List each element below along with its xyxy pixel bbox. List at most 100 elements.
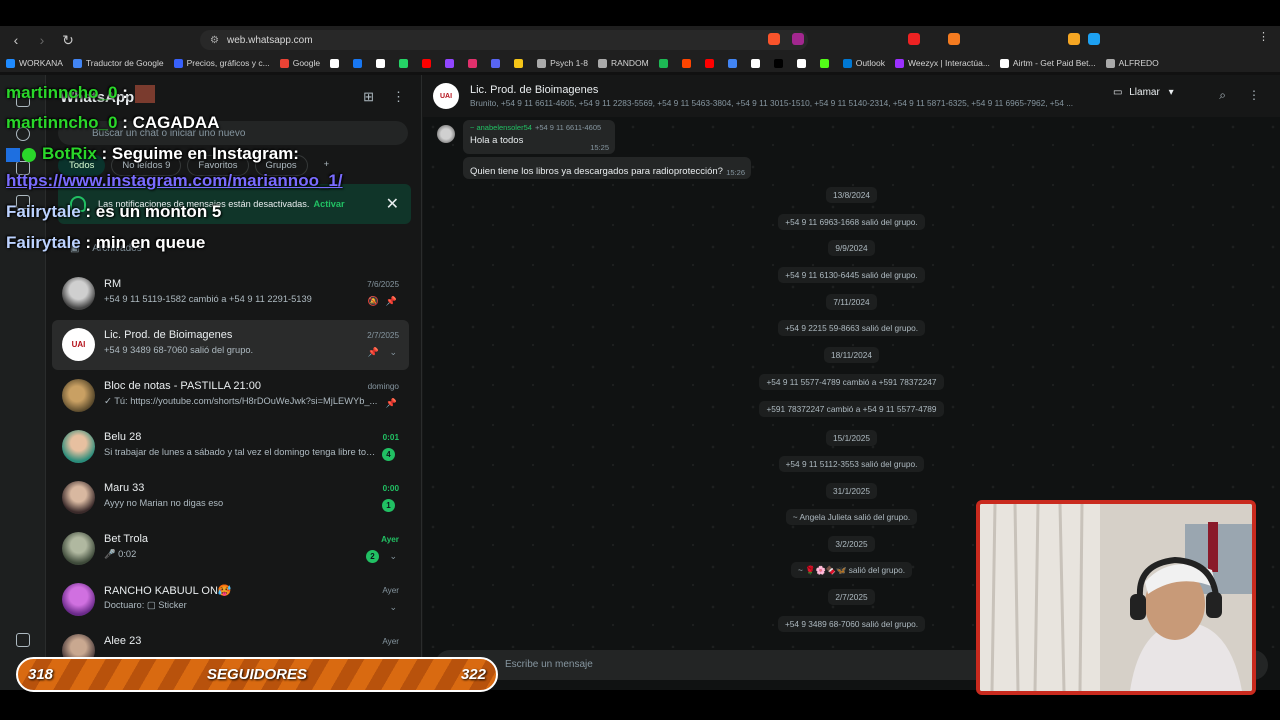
bookmark-item[interactable]: WORKANA [6,58,63,68]
date-divider: 13/8/2024 [423,187,1280,203]
chat-row[interactable]: Bloc de notas - PASTILLA 21:00 ✓ Tú: htt… [52,371,409,421]
bookmark-item[interactable] [681,58,695,68]
system-message: +54 9 11 5112-3553 salió del grupo. [423,456,1280,472]
chat-row[interactable]: Maru 33 Ayyy no Marian no digas eso 0:00… [52,473,409,523]
bookmark-favicon-icon [750,58,760,68]
chat-separator: : [80,202,96,221]
chevron-down-icon[interactable]: ⌄ [389,602,397,613]
stream-chat-line: BotRix : Seguime en Instagram: [6,144,299,164]
bookmark-item[interactable]: Airtm - Get Paid Bet... [999,58,1096,68]
message-bubble[interactable]: Quien tiene los libros ya descargados pa… [463,157,751,179]
menu-icon[interactable]: ⋮ [1258,30,1270,43]
chat-row[interactable]: RANCHO KABUUL ON🥵 Doctuaro: ▢ Sticker Ay… [52,575,409,625]
menu-icon[interactable]: ⋮ [392,89,405,105]
chat-row[interactable]: Bet Trola 🎤 0:02 Ayer 2 ⌄ [52,524,409,574]
new-chat-icon[interactable]: ⊞ [363,89,374,105]
bookmark-item[interactable] [514,58,527,68]
bookmark-item[interactable]: Traductor de Google [72,58,164,68]
message-bubble[interactable]: ~ anabelensoler54 +54 9 11 6611-4605 Hola… [463,120,615,154]
chat-row[interactable]: RM +54 9 11 5119-1582 cambió a +54 9 11 … [52,269,409,319]
close-icon[interactable]: ✕ [386,194,399,214]
brave-rewards-icon[interactable] [792,33,804,45]
follower-goal: 322 [460,666,486,683]
site-info-icon[interactable]: ⚙ [210,35,219,46]
sender-name: ~ anabelensoler54 [470,123,532,132]
bookmark-favicon-icon [895,58,905,68]
bookmark-item[interactable]: Precios, gráficos y c... [173,58,270,68]
bookmark-item[interactable] [704,58,718,68]
bookmark-label: RANDOM [610,58,649,68]
bookmark-favicon-icon [491,58,501,68]
menu-icon[interactable]: ⋮ [1248,88,1260,103]
conversation-header[interactable]: UAI Lic. Prod. de Bioimagenes Brunito, +… [423,75,1280,117]
address-bar[interactable]: ⚙ web.whatsapp.com [200,30,808,50]
webcam-scene [980,504,1252,691]
bookmark-label: Airtm - Get Paid Bet... [1012,58,1096,68]
bookmark-item[interactable] [422,58,435,68]
bookmark-favicon-icon [279,58,289,68]
chat-message: es un monton 5 [95,202,222,221]
bookmark-item[interactable]: Outlook [842,58,886,68]
bookmark-item[interactable] [468,58,481,68]
message-time: 15:25 [590,143,609,152]
group-members: Brunito, +54 9 11 6611-4605, +54 9 11 22… [470,98,1074,108]
bookmark-item[interactable]: Weezyx | Interactúa... [895,58,990,68]
bookmark-item[interactable]: Google [279,58,321,68]
bookmark-item[interactable] [658,58,672,68]
chat-row[interactable]: Belu 28 Si trabajar de lunes a sábado y … [52,422,409,472]
video-icon: ▭ [1113,87,1126,98]
chevron-down-icon[interactable]: ⌄ [389,347,397,358]
search-icon[interactable]: ⌕ [1219,88,1226,103]
reload-icon[interactable]: ↻ [58,30,78,50]
follower-count: 318 [28,666,54,683]
chevron-down-icon[interactable]: ⌄ [389,551,397,562]
bookmark-item[interactable] [491,58,504,68]
bookmark-label: Traductor de Google [85,58,164,68]
bookmark-item[interactable] [376,58,389,68]
enable-notifications-link[interactable]: Activar [313,199,344,209]
bookmark-favicon-icon [681,58,691,68]
extension-icon[interactable] [1068,33,1080,45]
chat-preview: ✓ Tú: https://youtube.com/shorts/H8rDOuW… [104,396,378,406]
extension-icon[interactable] [948,33,960,45]
extension-icon[interactable] [908,33,920,45]
bookmark-item[interactable] [353,58,366,68]
pin-icon: 📌 [385,398,397,408]
bookmark-item[interactable] [445,58,458,68]
bookmark-favicon-icon [72,58,82,68]
chat-row-selected[interactable]: UAI Lic. Prod. de Bioimagenes +54 9 3489… [52,320,409,370]
message-text: Hola a todos [470,135,524,146]
extension-icon[interactable] [1088,33,1100,45]
chat-username: Faiirytale [6,233,81,252]
bookmark-item[interactable]: ALFREDO [1105,58,1159,68]
bookmark-favicon-icon [727,58,737,68]
group-avatar[interactable]: UAI [433,83,459,109]
bookmark-favicon-icon [773,58,783,68]
bookmark-favicon-icon [445,58,455,68]
group-name[interactable]: Lic. Prod. de Bioimagenes [470,84,598,96]
chat-link[interactable]: https://www.instagram.com/mariannoo_1/ [6,171,343,190]
bookmark-item[interactable]: Psych 1-8 [537,58,588,68]
bookmark-label: Google [292,58,321,68]
media-icon[interactable] [16,633,30,647]
bookmark-item[interactable] [399,58,412,68]
bookmark-item[interactable] [330,58,343,68]
bookmark-item[interactable] [750,58,764,68]
bookmark-item[interactable] [727,58,741,68]
bookmark-favicon-icon [704,58,714,68]
back-icon[interactable]: ‹ [6,30,26,50]
bookmark-label: Weezyx | Interactúa... [908,58,990,68]
bookmark-item[interactable] [796,58,810,68]
bookmark-item[interactable] [819,58,833,68]
bookmark-item[interactable]: RANDOM [597,58,649,68]
chat-separator: : [117,83,133,102]
call-button[interactable]: ▭ Llamar ▾ [1113,87,1174,98]
webcam-overlay [976,500,1256,695]
bookmark-item[interactable] [773,58,787,68]
brave-shield-icon[interactable] [768,33,780,45]
chat-username: martinncho_0 [6,113,118,132]
forward-icon[interactable]: › [32,30,52,50]
bookmark-label: Outlook [855,58,886,68]
muted-icon: 🔕 [367,296,379,306]
verified-icon [22,147,36,162]
